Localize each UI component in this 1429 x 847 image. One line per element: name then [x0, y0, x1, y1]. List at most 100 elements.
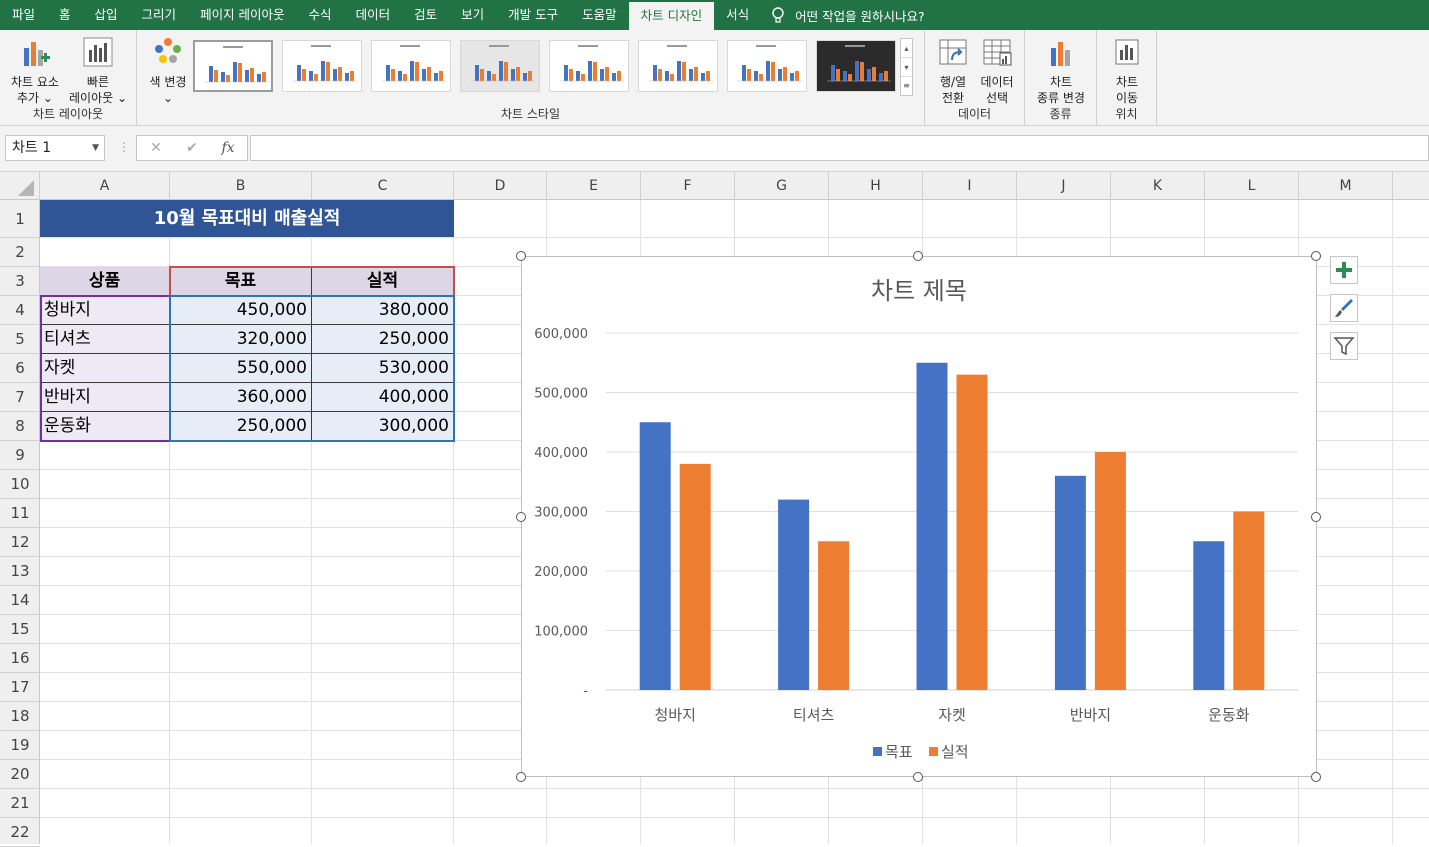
- value-cell[interactable]: 380,000: [312, 296, 454, 325]
- select-data-button[interactable]: 데이터 선택: [975, 36, 1019, 106]
- column-header-L[interactable]: L: [1205, 172, 1299, 200]
- resize-handle[interactable]: [913, 772, 923, 782]
- ribbon-tab[interactable]: 삽입: [83, 0, 130, 30]
- chart-style-6[interactable]: [638, 40, 718, 92]
- column-header-B[interactable]: B: [170, 172, 312, 200]
- column-header-H[interactable]: H: [829, 172, 923, 200]
- bar-목표-자켓[interactable]: [916, 362, 948, 690]
- resize-handle[interactable]: [1311, 512, 1321, 522]
- column-header-K[interactable]: K: [1111, 172, 1205, 200]
- value-cell[interactable]: 300,000: [312, 412, 454, 441]
- product-name-cell[interactable]: 자켓: [40, 354, 170, 383]
- row-header-3[interactable]: 3: [0, 267, 40, 296]
- row-header-8[interactable]: 8: [0, 412, 40, 441]
- value-cell[interactable]: 250,000: [312, 325, 454, 354]
- enter-icon[interactable]: ✔: [178, 135, 206, 161]
- gallery-scroll[interactable]: ▴ ▾ ≡: [900, 38, 913, 96]
- row-header-1[interactable]: 1: [0, 200, 40, 238]
- bar-목표-티셔츠[interactable]: [778, 499, 810, 690]
- add-chart-element-button[interactable]: 차트 요소 추가 ⌄: [4, 36, 66, 106]
- formula-input[interactable]: [250, 135, 1429, 161]
- row-header-6[interactable]: 6: [0, 354, 40, 383]
- column-header-G[interactable]: G: [735, 172, 829, 200]
- row-header-10[interactable]: 10: [0, 470, 40, 499]
- row-header-9[interactable]: 9: [0, 441, 40, 470]
- row-header-20[interactable]: 20: [0, 760, 40, 789]
- column-header-I[interactable]: I: [923, 172, 1017, 200]
- value-cell[interactable]: 450,000: [170, 296, 312, 325]
- ribbon-tab[interactable]: 파일: [0, 0, 47, 30]
- name-box[interactable]: 차트 1 ▼: [5, 135, 105, 161]
- value-cell[interactable]: 250,000: [170, 412, 312, 441]
- legend-label[interactable]: 목표: [885, 743, 913, 761]
- ribbon-tab[interactable]: 데이터: [344, 0, 403, 30]
- select-all-corner[interactable]: [0, 172, 40, 200]
- resize-handle[interactable]: [516, 772, 526, 782]
- resize-handle[interactable]: [516, 251, 526, 261]
- chart-style-2[interactable]: [282, 40, 362, 92]
- ribbon-tab[interactable]: 차트 디자인: [628, 2, 715, 30]
- row-header-13[interactable]: 13: [0, 557, 40, 586]
- cancel-icon[interactable]: ✕: [142, 135, 170, 161]
- quick-layout-button[interactable]: 빠른 레이아웃 ⌄: [66, 36, 130, 106]
- sheet-title-cell[interactable]: 10월 목표대비 매출실적: [40, 200, 454, 237]
- bar-실적-반바지[interactable]: [1094, 452, 1126, 690]
- resize-handle[interactable]: [1311, 772, 1321, 782]
- column-header-E[interactable]: E: [547, 172, 641, 200]
- column-header-F[interactable]: F: [641, 172, 735, 200]
- bar-실적-운동화[interactable]: [1233, 511, 1265, 691]
- bar-실적-자켓[interactable]: [956, 374, 988, 690]
- table-header-cell[interactable]: 실적: [312, 267, 454, 296]
- ribbon-tab[interactable]: 개발 도구: [496, 0, 570, 30]
- tell-me-search[interactable]: 어떤 작업을 원하시나요?: [769, 6, 925, 25]
- ribbon-tab[interactable]: 도움말: [570, 0, 629, 30]
- change-chart-type-button[interactable]: 차트 종류 변경: [1029, 36, 1093, 106]
- row-header-12[interactable]: 12: [0, 528, 40, 557]
- ribbon-tab[interactable]: 페이지 레이아웃: [188, 0, 296, 30]
- insert-function-icon[interactable]: fx: [214, 135, 242, 161]
- ribbon-tab[interactable]: 그리기: [130, 0, 189, 30]
- gallery-more-icon[interactable]: ≡: [901, 77, 912, 95]
- row-header-14[interactable]: 14: [0, 586, 40, 615]
- row-header-22[interactable]: 22: [0, 818, 40, 847]
- resize-handle[interactable]: [913, 251, 923, 261]
- ribbon-tab[interactable]: 홈: [47, 0, 83, 30]
- value-cell[interactable]: 360,000: [170, 383, 312, 412]
- row-header-21[interactable]: 21: [0, 789, 40, 818]
- chart-area[interactable]: 차트 제목 - 100,000 200,000 300,000 400,000 500,0…: [521, 256, 1317, 777]
- bar-목표-반바지[interactable]: [1054, 475, 1086, 690]
- value-cell[interactable]: 530,000: [312, 354, 454, 383]
- resize-handle[interactable]: [516, 512, 526, 522]
- resize-handle[interactable]: [1311, 251, 1321, 261]
- row-header-19[interactable]: 19: [0, 731, 40, 760]
- chart-style-3[interactable]: [371, 40, 451, 92]
- chart-style-7[interactable]: [727, 40, 807, 92]
- legend-label[interactable]: 실적: [941, 743, 969, 761]
- chart-elements-button[interactable]: [1330, 256, 1358, 284]
- chart-title[interactable]: 차트 제목: [871, 277, 967, 305]
- row-header-18[interactable]: 18: [0, 702, 40, 731]
- product-name-cell[interactable]: 반바지: [40, 383, 170, 412]
- gallery-up-icon[interactable]: ▴: [901, 39, 912, 58]
- table-header-cell[interactable]: 목표: [170, 267, 312, 296]
- ribbon-tab[interactable]: 검토: [402, 0, 449, 30]
- ribbon-tab[interactable]: 서식: [714, 0, 761, 30]
- row-header-11[interactable]: 11: [0, 499, 40, 528]
- row-header-17[interactable]: 17: [0, 673, 40, 702]
- bar-목표-청바지[interactable]: [639, 422, 671, 690]
- value-cell[interactable]: 550,000: [170, 354, 312, 383]
- row-header-16[interactable]: 16: [0, 644, 40, 673]
- row-header-2[interactable]: 2: [0, 238, 40, 267]
- column-header-A[interactable]: A: [40, 172, 170, 200]
- bar-목표-운동화[interactable]: [1193, 541, 1225, 690]
- name-box-dropdown-icon[interactable]: ▼: [92, 136, 99, 160]
- bar-실적-티셔츠[interactable]: [818, 541, 850, 690]
- gallery-down-icon[interactable]: ▾: [901, 58, 912, 77]
- product-name-cell[interactable]: 청바지: [40, 296, 170, 325]
- ribbon-tab[interactable]: 수식: [297, 0, 344, 30]
- bar-실적-청바지[interactable]: [679, 463, 711, 690]
- row-header-7[interactable]: 7: [0, 383, 40, 412]
- chart-style-5[interactable]: [549, 40, 629, 92]
- column-header-C[interactable]: C: [312, 172, 454, 200]
- column-header-M[interactable]: M: [1299, 172, 1393, 200]
